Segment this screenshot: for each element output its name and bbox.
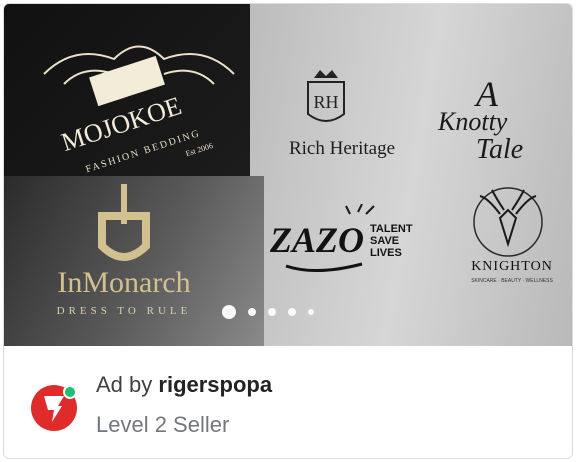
knighton-wordmark: KNIGHTON: [471, 259, 553, 274]
mojokoe-est: Est 2006: [184, 141, 214, 158]
online-status-icon: [63, 385, 77, 399]
stag-icon: [479, 189, 537, 248]
talent-line: TALENT: [370, 223, 413, 235]
knighton-tagline: SKINCARE · BEAUTY · WELLNESS: [471, 278, 553, 284]
save-line: SAVE: [370, 235, 399, 247]
knotty-tale-logo: A Knotty Tale: [437, 74, 523, 165]
gig-ad-card[interactable]: MOJOKOE FASHION BEDDING Est 2006 RH Rich…: [3, 3, 573, 459]
tale-word: Tale: [476, 134, 523, 165]
seller-name-link[interactable]: rigerspopa: [158, 372, 272, 397]
inmonarch-wordmark: InMonarch: [57, 266, 190, 299]
carousel-dot-3[interactable]: [268, 308, 276, 316]
rich-heritage-wordmark: Rich Heritage: [289, 138, 395, 159]
carousel-dot-5[interactable]: [308, 309, 314, 315]
lives-line: LIVES: [370, 247, 402, 259]
zazo-wordmark: ZAZO: [269, 220, 364, 260]
knotty-word: Knotty: [437, 107, 508, 136]
carousel-dot-4[interactable]: [288, 308, 296, 316]
ad-prefix: Ad by: [96, 372, 153, 397]
mojokoe-logo: MOJOKOE FASHION BEDDING Est 2006: [43, 45, 235, 175]
seller-info: Ad by rigerspopa Level 2 Seller: [4, 346, 572, 458]
crown-icon: [314, 70, 338, 78]
ad-by-line: Ad by rigerspopa: [96, 372, 272, 398]
knighton-logo: KNIGHTON SKINCARE · BEAUTY · WELLNESS: [471, 187, 553, 284]
carousel-dot-1[interactable]: [222, 305, 236, 319]
gig-image-carousel[interactable]: MOJOKOE FASHION BEDDING Est 2006 RH Rich…: [4, 4, 572, 346]
rh-monogram: RH: [313, 92, 338, 112]
inmonarch-tagline: DRESS TO RULE: [57, 305, 192, 317]
zazo-logo: ZAZO TALENT SAVE LIVES: [269, 204, 413, 273]
carousel-pagination: [222, 304, 314, 320]
carousel-dot-2[interactable]: [248, 308, 256, 316]
seller-level: Level 2 Seller: [96, 412, 230, 437]
rich-heritage-logo: RH Rich Heritage: [289, 70, 395, 159]
seller-avatar-icon[interactable]: [30, 384, 78, 432]
inmonarch-logo: InMonarch DRESS TO RULE: [57, 184, 192, 317]
